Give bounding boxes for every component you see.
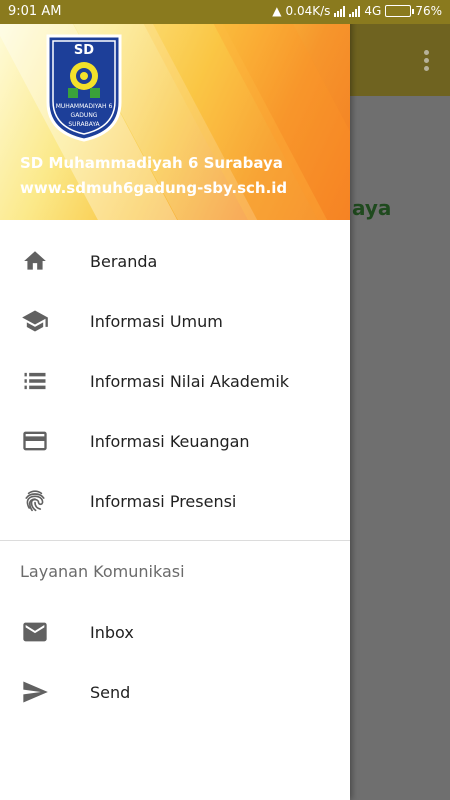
status-time: 9:01 AM [8, 4, 62, 19]
drawer-divider [0, 540, 350, 541]
menu-item-label: Send [90, 682, 131, 702]
overflow-menu-icon[interactable] [424, 50, 430, 72]
mail-icon [20, 617, 50, 647]
logo-text-line2: GADUNG [71, 112, 98, 119]
status-indicators: ▲ 0.04K/s 4G 76% [272, 4, 442, 18]
school-url: www.sdmuh6gadung-sby.sch.id [20, 179, 288, 197]
navigation-drawer: SD MUHAMMADIYAH 6 GADUNG SURABAYA SD Muh… [0, 0, 350, 800]
school-logo-icon: SD MUHAMMADIYAH 6 GADUNG SURABAYA [46, 34, 122, 142]
section-title-layanan-komunikasi: Layanan Komunikasi [20, 562, 185, 581]
wifi-signal-icon [334, 5, 346, 17]
battery-icon [385, 5, 415, 17]
android-debug-icon: ▲ [272, 4, 282, 18]
school-icon [20, 306, 50, 336]
menu-item-informasi-umum[interactable]: Informasi Umum [0, 291, 350, 351]
school-name: SD Muhammadiyah 6 Surabaya [20, 154, 283, 172]
home-icon [20, 246, 50, 276]
menu-item-label: Informasi Umum [90, 311, 223, 331]
list-icon [20, 366, 50, 396]
menu-item-label: Beranda [90, 251, 158, 271]
menu-item-informasi-presensi[interactable]: Informasi Presensi [0, 471, 350, 531]
menu-item-inbox[interactable]: Inbox [0, 602, 350, 662]
status-bar: 9:01 AM ▲ 0.04K/s 4G 76% [0, 0, 450, 24]
menu-item-label: Informasi Keuangan [90, 431, 250, 451]
menu-item-label: Informasi Presensi [90, 491, 237, 511]
fingerprint-icon [20, 486, 50, 516]
menu-item-send[interactable]: Send [0, 662, 350, 722]
app-partial-title: aya [352, 196, 392, 220]
cell-signal-icon [349, 5, 361, 17]
drawer-header: SD MUHAMMADIYAH 6 GADUNG SURABAYA SD Muh… [0, 0, 350, 220]
menu-item-informasi-nilai-akademik[interactable]: Informasi Nilai Akademik [0, 351, 350, 411]
send-icon [20, 677, 50, 707]
logo-text-sd: SD [74, 43, 94, 58]
network-speed: 0.04K/s [285, 4, 331, 18]
menu-item-informasi-keuangan[interactable]: Informasi Keuangan [0, 411, 350, 471]
menu-item-label: Inbox [90, 622, 134, 642]
menu-item-beranda[interactable]: Beranda [0, 231, 350, 291]
credit-card-icon [20, 426, 50, 456]
logo-text-line1: MUHAMMADIYAH 6 [56, 103, 113, 110]
logo-text-line3: SURABAYA [68, 121, 100, 128]
network-type: 4G [364, 4, 382, 18]
menu-item-label: Informasi Nilai Akademik [90, 371, 290, 391]
battery-percent: 76% [415, 4, 442, 18]
